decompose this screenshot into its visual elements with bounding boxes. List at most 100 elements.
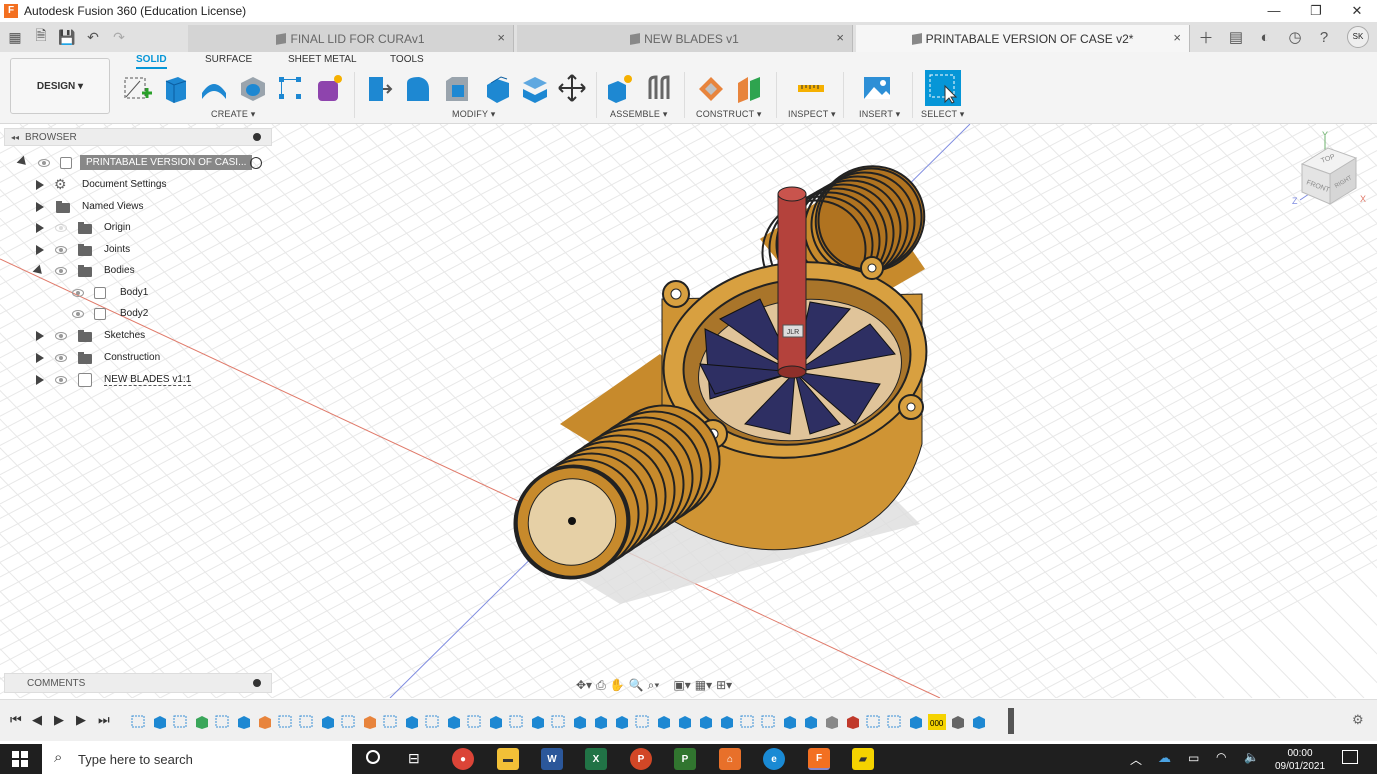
cortana-icon[interactable]	[366, 750, 380, 764]
tab-printable-case[interactable]: PRINTABALE VERSION OF CASE v2* ×	[856, 25, 1190, 52]
collapse-panel-icon[interactable]: ◂◂	[11, 133, 19, 142]
look-at-icon[interactable]: ⎙	[596, 678, 606, 693]
timeline-feature-icon[interactable]	[739, 714, 757, 730]
fillet-icon[interactable]	[402, 72, 434, 104]
tab-tools[interactable]: TOOLS	[390, 54, 424, 65]
timeline-feature-icon[interactable]	[718, 714, 736, 730]
timeline-feature-icon[interactable]	[445, 714, 463, 730]
select-menu[interactable]: SELECT ▾	[921, 109, 964, 120]
browser-item-joints[interactable]: Joints	[30, 240, 230, 260]
hole-icon[interactable]	[236, 72, 268, 104]
timeline-settings-gear-icon[interactable]: ⚙	[1352, 712, 1364, 728]
timeline-feature-icon[interactable]	[235, 714, 253, 730]
timeline-feature-icon[interactable]	[634, 714, 652, 730]
undo-icon[interactable]: ↶	[80, 22, 106, 52]
create-menu[interactable]: CREATE ▾	[211, 109, 255, 120]
extrude-icon[interactable]	[159, 72, 191, 104]
save-icon[interactable]: 💾	[54, 22, 80, 52]
expand-triangle-icon[interactable]	[36, 202, 44, 212]
timeline-feature-icon[interactable]	[277, 714, 295, 730]
expand-triangle-icon[interactable]	[32, 264, 46, 278]
visibility-eye-icon[interactable]	[55, 332, 67, 340]
user-avatar[interactable]: SK	[1347, 26, 1369, 48]
rectangular-pattern-icon[interactable]	[274, 72, 306, 104]
activate-radio-icon[interactable]	[250, 157, 262, 169]
wifi-icon[interactable]: ◠	[1216, 750, 1226, 764]
close-tab-icon[interactable]: ×	[1173, 30, 1181, 45]
timeline-feature-icon[interactable]	[676, 714, 694, 730]
close-window-button[interactable]: ✕	[1335, 0, 1377, 22]
display-settings-icon[interactable]: ▣▾	[673, 678, 690, 692]
shell-icon[interactable]	[480, 72, 512, 104]
timeline-feature-icon[interactable]	[172, 714, 190, 730]
expand-triangle-icon[interactable]	[36, 331, 44, 341]
minimize-button[interactable]: —	[1252, 0, 1296, 22]
chrome-icon[interactable]: ●	[452, 748, 474, 770]
help-icon[interactable]: ?	[1311, 24, 1337, 50]
browser-item-sketches[interactable]: Sketches	[30, 326, 230, 346]
notifications-icon[interactable]	[1342, 750, 1358, 764]
expand-triangle-icon[interactable]	[36, 353, 44, 363]
insert-menu[interactable]: INSERT ▾	[859, 109, 900, 120]
onedrive-cloud-icon[interactable]: ☁	[1158, 750, 1171, 766]
timeline-feature-icon[interactable]	[697, 714, 715, 730]
insert-image-icon[interactable]	[861, 72, 893, 104]
timeline-feature-icon[interactable]	[256, 714, 274, 730]
view-cube[interactable]: Y Z X TOP FRONT RIGHT	[1290, 128, 1370, 218]
fit-zoom-icon[interactable]: ⌕▾	[648, 678, 660, 693]
battery-icon[interactable]: ▭	[1188, 751, 1199, 765]
timeline-feature-icon[interactable]	[508, 714, 526, 730]
timeline-feature-icon[interactable]	[340, 714, 358, 730]
construct-menu[interactable]: CONSTRUCT ▾	[696, 109, 762, 120]
plane-at-angle-icon[interactable]	[733, 72, 765, 104]
timeline-feature-icon[interactable]	[466, 714, 484, 730]
browser-item-body2[interactable]: Body2	[70, 304, 230, 324]
excel-icon[interactable]: X	[585, 748, 607, 770]
taskbar-search-box[interactable]: ⌕ Type here to search	[42, 744, 352, 774]
timeline-feature-icon[interactable]	[949, 714, 967, 730]
expand-triangle-icon[interactable]	[36, 180, 44, 190]
timeline-feature-icon[interactable]	[130, 714, 148, 730]
show-hidden-icons-chevron[interactable]: ︿	[1130, 751, 1142, 768]
history-clock-icon[interactable]: ◷	[1282, 24, 1308, 50]
visibility-eye-icon[interactable]	[38, 159, 50, 167]
add-comment-icon[interactable]	[253, 679, 261, 687]
tab-new-blades[interactable]: NEW BLADES v1 ×	[517, 25, 853, 52]
word-icon[interactable]: W	[541, 748, 563, 770]
expand-triangle-icon[interactable]	[16, 155, 30, 169]
visibility-eye-icon[interactable]	[72, 310, 84, 318]
create-form-icon[interactable]	[313, 72, 345, 104]
timeline-feature-icon[interactable]	[802, 714, 820, 730]
timeline-feature-icon[interactable]	[571, 714, 589, 730]
browser-root-node[interactable]: PRINTABALE VERSION OF CASI...	[16, 153, 276, 173]
orbit-icon[interactable]: ✥▾	[576, 678, 592, 692]
assemble-menu[interactable]: ASSEMBLE ▾	[610, 109, 668, 120]
zoom-window-icon[interactable]: 🔍	[629, 678, 644, 692]
close-tab-icon[interactable]: ×	[836, 30, 844, 45]
step-forward-icon[interactable]: ▶	[76, 712, 86, 728]
move-copy-icon[interactable]	[556, 72, 588, 104]
viewports-icon[interactable]: ⊞▾	[716, 678, 732, 692]
timeline-feature-icon[interactable]	[319, 714, 337, 730]
fusion-taskbar-icon[interactable]: F	[808, 748, 830, 770]
expand-triangle-icon[interactable]	[36, 375, 44, 385]
visibility-eye-icon[interactable]	[55, 376, 67, 384]
offset-plane-icon[interactable]	[694, 72, 726, 104]
volume-icon[interactable]: 🔈	[1244, 750, 1259, 764]
timeline-feature-icon[interactable]	[382, 714, 400, 730]
sticky-notes-icon[interactable]: ▰	[852, 748, 874, 770]
modify-menu[interactable]: MODIFY ▾	[452, 109, 495, 120]
visibility-eye-icon[interactable]	[55, 224, 67, 232]
extensions-icon[interactable]: ◐	[1252, 24, 1278, 50]
timeline-feature-icon[interactable]	[403, 714, 421, 730]
publisher-icon[interactable]: P	[674, 748, 696, 770]
new-tab-plus-icon[interactable]: ＋	[1193, 24, 1219, 50]
browser-pin-icon[interactable]	[253, 133, 261, 141]
chamfer-icon[interactable]	[441, 72, 473, 104]
timeline-feature-icon[interactable]	[844, 714, 862, 730]
timeline-feature-icon[interactable]	[865, 714, 883, 730]
file-menu-icon[interactable]: 🗎	[28, 22, 54, 52]
timeline-feature-icon[interactable]: 000	[928, 714, 946, 730]
grid-settings-icon[interactable]: ▦▾	[695, 678, 712, 692]
select-icon[interactable]	[925, 70, 961, 106]
